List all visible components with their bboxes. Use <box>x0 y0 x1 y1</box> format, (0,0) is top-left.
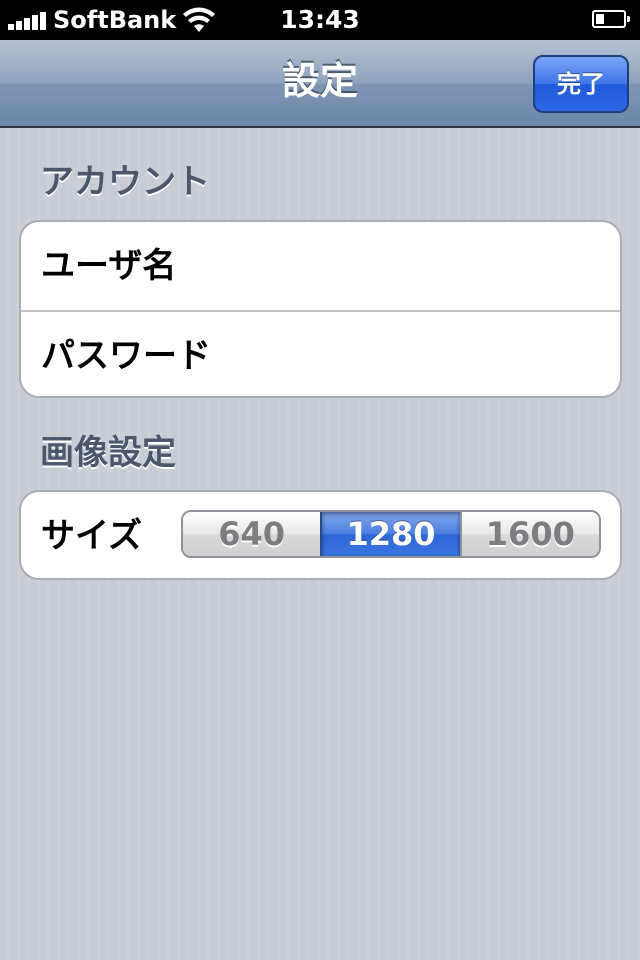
size-label: サイズ <box>41 516 142 556</box>
size-option-1280[interactable]: 1280 <box>320 512 460 556</box>
section-header-image: 画像設定 <box>40 433 176 473</box>
password-label: パスワード <box>41 336 211 376</box>
done-button[interactable]: 完了 <box>533 55 629 113</box>
size-option-1600[interactable]: 1600 <box>459 512 599 556</box>
password-cell[interactable]: パスワード <box>21 310 620 396</box>
battery-icon <box>592 10 630 28</box>
status-bar: SoftBank 13:43 <box>0 0 640 40</box>
navigation-bar: 設定 完了 <box>0 40 640 128</box>
size-segmented-control: 640 1280 1600 <box>181 510 601 558</box>
battery-level <box>596 14 604 24</box>
section-header-account: アカウント <box>40 162 210 202</box>
image-settings-group: サイズ 640 1280 1600 <box>19 490 622 580</box>
size-cell: サイズ 640 1280 1600 <box>21 492 620 578</box>
username-label: ユーザ名 <box>41 246 177 286</box>
status-time: 13:43 <box>280 5 360 34</box>
account-group: ユーザ名 パスワード <box>19 220 622 398</box>
username-cell[interactable]: ユーザ名 <box>21 222 620 310</box>
size-option-640[interactable]: 640 <box>183 512 321 556</box>
